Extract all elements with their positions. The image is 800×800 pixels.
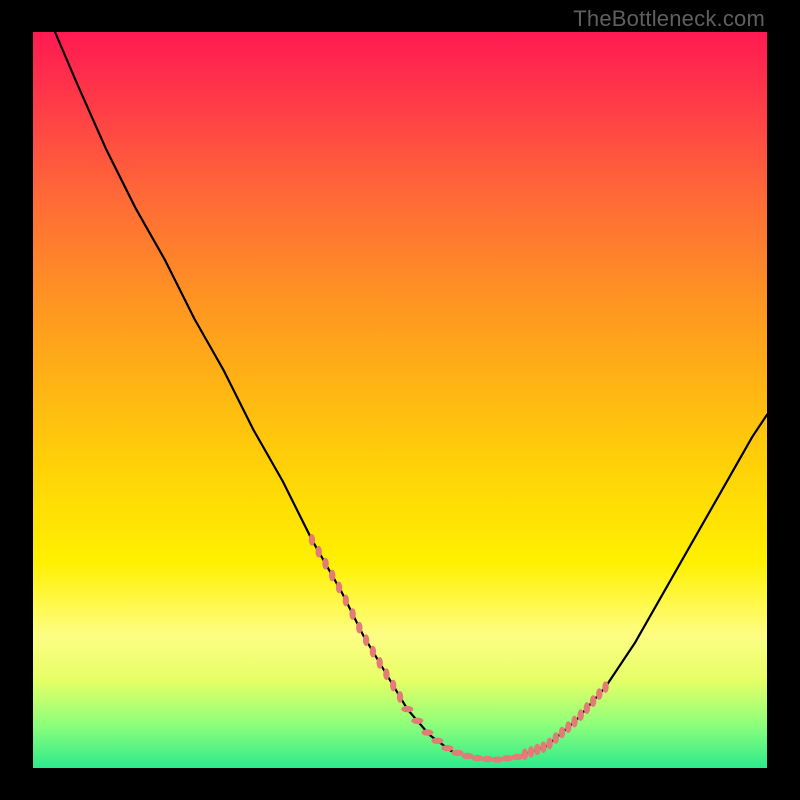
watermark-text: TheBottleneck.com xyxy=(573,6,765,32)
chart-frame: TheBottleneck.com xyxy=(0,0,800,800)
bottleneck-curve xyxy=(33,32,767,768)
plot-area xyxy=(33,32,767,768)
